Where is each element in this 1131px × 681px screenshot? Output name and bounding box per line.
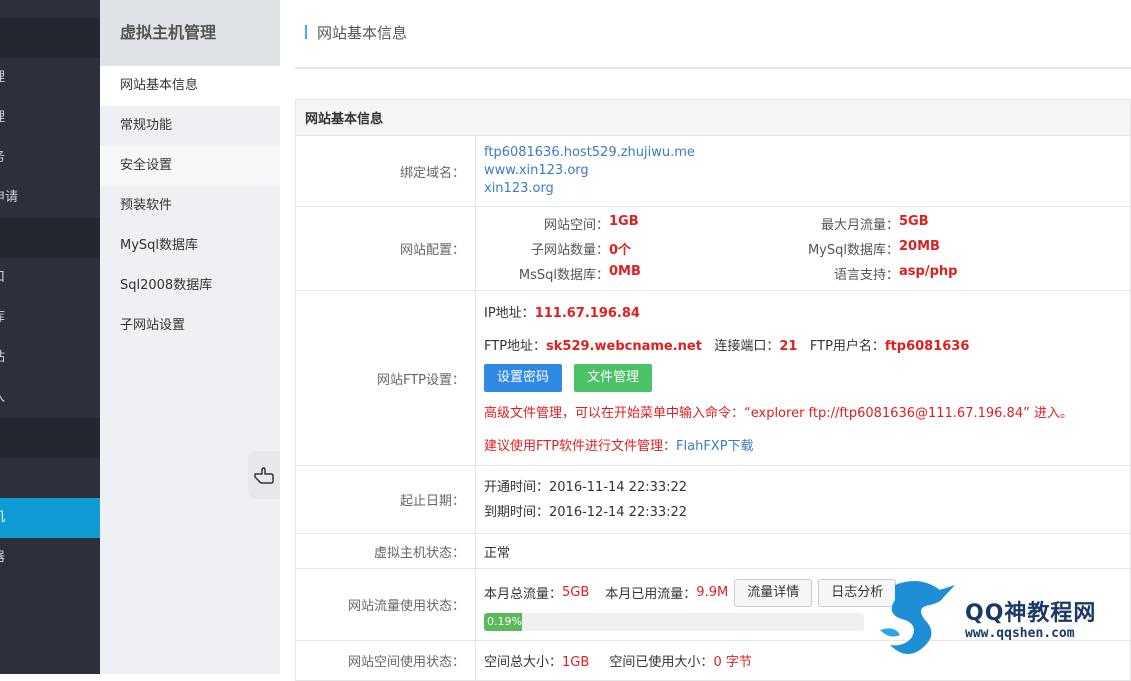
traffic-detail-button[interactable]: 流量详情	[734, 578, 813, 607]
ftp-addr-key: FTP地址：	[484, 339, 547, 354]
config-value: 20MB	[899, 239, 940, 254]
config-value: asp/php	[899, 264, 958, 279]
config-grid: 网站空间： 1GB 最大月流量： 5GB 子网站数量： 0个 MySql数据库：…	[484, 214, 1130, 283]
nav-item[interactable]: l	[0, 418, 100, 458]
ftp-user-key: FTP用户名：	[809, 339, 885, 354]
nav-item[interactable]: L	[0, 18, 100, 58]
main-content: 网站基本信息 网站基本信息 绑定域名： ftp6081636.host529.z…	[280, 0, 1131, 681]
end-date: 到期时间：2016-12-14 22:33:22	[484, 504, 688, 520]
nav-item[interactable]: 入	[0, 378, 100, 418]
nav-item[interactable]: L	[0, 218, 100, 258]
port-key: 连接端口：	[714, 339, 780, 354]
nav-item[interactable]: 口	[0, 258, 100, 298]
ftp-label: 网站FTP设置：	[295, 290, 476, 466]
domain-link[interactable]: ftp6081636.host529.zhujiwu.me	[484, 144, 1130, 162]
sub-sidebar: 虚拟主机管理 网站基本信息 常规功能 安全设置 预装软件 MySql数据库 Sq…	[100, 0, 280, 674]
domain-link[interactable]: xin123.org	[484, 180, 1130, 198]
config-value: 0个	[609, 243, 632, 258]
config-key: 最大月流量：	[820, 218, 899, 233]
subnav-item-software[interactable]: 预装软件	[100, 186, 280, 226]
domain-link[interactable]: www.xin123.org	[484, 162, 1130, 180]
watermark-title: QQ神教程网	[965, 601, 1097, 626]
port-value: 21	[779, 339, 798, 354]
traffic-label: 网站流量使用状态：	[295, 568, 476, 641]
set-password-button[interactable]: 设置密码	[484, 364, 563, 392]
nav-item[interactable]: 申请	[0, 178, 100, 218]
status-label: 虚拟主机状态：	[295, 533, 476, 569]
space-used-value: 0 字节	[713, 655, 752, 670]
subnav-item-sql2008[interactable]: Sql2008数据库	[100, 266, 280, 306]
nav-item[interactable]	[0, 458, 100, 498]
flashfxp-download-link[interactable]: FlahFXP下载	[676, 439, 754, 454]
config-label: 网站配置：	[295, 206, 476, 291]
nav-item[interactable]: 务	[0, 138, 100, 178]
advanced-tip: 高级文件管理，可以在开始菜单中输入命令：“explorer ftp://ftp6…	[484, 406, 1073, 421]
nav-item-virtual-host[interactable]: 机	[0, 498, 100, 538]
pointing-hand-icon	[254, 467, 274, 484]
traffic-total-value: 5GB	[562, 585, 590, 600]
breadcrumb: 网站基本信息	[305, 22, 407, 43]
config-key: 网站空间：	[543, 218, 609, 233]
config-key: MySql数据库：	[807, 243, 899, 258]
traffic-total-key: 本月总流量：	[484, 587, 563, 602]
sub-sidebar-title: 虚拟主机管理	[100, 0, 280, 66]
config-key: MsSql数据库：	[518, 268, 609, 283]
config-value: 5GB	[899, 214, 929, 229]
ip-value: 111.67.196.84	[534, 306, 640, 321]
space-total-key: 空间总大小：	[484, 655, 563, 670]
config-value: 0MB	[609, 264, 641, 279]
status-value: 正常	[475, 533, 1131, 569]
dragon-icon	[880, 581, 955, 654]
ftp-addr-value: sk529.webcname.net	[546, 339, 702, 354]
subnav-item-site-info[interactable]: 网站基本信息	[100, 66, 280, 106]
space-total-value: 1GB	[562, 655, 590, 670]
space-used-key: 空间已使用大小：	[609, 655, 714, 670]
traffic-used-key: 本月已用流量：	[605, 587, 697, 602]
file-manager-button[interactable]: 文件管理	[574, 364, 653, 392]
traffic-used-value: 9.9M	[696, 585, 729, 600]
main-sidebar: L 理 理 务 申请 L 口 库 站 入 l 机 器	[0, 0, 100, 674]
domain-label: 绑定域名：	[295, 135, 476, 207]
traffic-progress-fill: 0.19%	[484, 612, 522, 631]
subnav-item-subsite[interactable]: 子网站设置	[100, 306, 280, 346]
config-key: 子网站数量：	[530, 243, 609, 258]
ip-key: IP地址：	[484, 306, 535, 321]
sidebar-collapse-button[interactable]	[248, 451, 280, 499]
nav-item[interactable]: 理	[0, 98, 100, 138]
nav-item[interactable]: 器	[0, 538, 100, 578]
traffic-progress-bar: 0.19%	[484, 612, 864, 631]
ftp-software-tip: 建议使用FTP软件进行文件管理：	[484, 439, 677, 454]
nav-item[interactable]: 库	[0, 298, 100, 338]
config-key: 语言支持：	[833, 268, 899, 283]
ftp-user-value: ftp6081636	[884, 339, 970, 354]
subnav-item-mysql[interactable]: MySql数据库	[100, 226, 280, 266]
watermark-logo: QQ神教程网 www.qqshen.com	[870, 575, 1131, 660]
space-label: 网站空间使用状态：	[295, 640, 476, 681]
date-label: 起止日期：	[295, 465, 476, 534]
start-date: 开通时间：2016-11-14 22:33:22	[484, 479, 688, 495]
nav-item[interactable]: 站	[0, 338, 100, 378]
subnav-item-general[interactable]: 常规功能	[100, 106, 280, 146]
watermark-url: www.qqshen.com	[965, 626, 1075, 641]
subnav-item-security[interactable]: 安全设置	[100, 146, 280, 186]
config-value: 1GB	[609, 214, 639, 229]
table-header: 网站基本信息	[295, 99, 1131, 136]
nav-item[interactable]: 理	[0, 58, 100, 98]
